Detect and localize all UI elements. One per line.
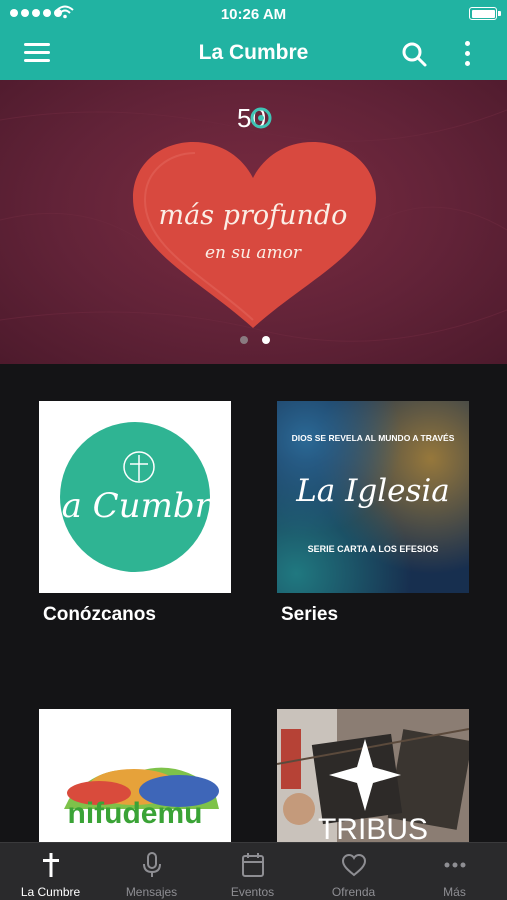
app-title: La Cumbre — [198, 41, 309, 64]
cross-icon — [42, 853, 59, 877]
tribus-art-text: TRIBUS — [318, 813, 428, 842]
tab-label: Más — [443, 885, 466, 899]
series-art-top: DIOS SE REVELA AL MUNDO A TRAVÉS — [292, 433, 455, 443]
anniversary-badge: 50 — [237, 103, 272, 133]
tab-label: Eventos — [230, 885, 275, 899]
conozcanos-art-text: La Cumbre — [39, 486, 231, 526]
hero-headline: más profundo — [159, 200, 348, 231]
more-options-button[interactable] — [458, 38, 478, 70]
ellipsis-icon — [444, 862, 465, 868]
tab-bar: La Cumbre Mensajes Eventos Ofrenda Más — [0, 842, 507, 900]
status-time: 10:26 AM — [220, 6, 287, 23]
tile-label-series: Series — [281, 604, 339, 625]
tile-nifudemu[interactable]: nifudemu — [39, 709, 231, 842]
tile-series[interactable]: DIOS SE REVELA AL MUNDO A TRAVÉS La Igle… — [277, 401, 469, 593]
tab-label: La Cumbre — [20, 885, 81, 899]
tab-la-cumbre[interactable]: La Cumbre — [0, 843, 101, 900]
hero-banner[interactable]: 50 más profundo en su amor — [0, 80, 507, 364]
status-bar: 10:26 AM — [0, 0, 507, 28]
microphone-icon — [142, 852, 161, 877]
tab-mas[interactable]: Más — [404, 843, 505, 900]
tile-label-conozcanos: Conózcanos — [43, 604, 156, 625]
hero-subline: en su amor — [205, 243, 302, 263]
calendar-icon — [241, 853, 264, 877]
carousel-dot[interactable] — [240, 336, 248, 344]
tab-label: Ofrenda — [331, 885, 376, 899]
series-art-bottom: SERIE CARTA A LOS EFESIOS — [308, 544, 439, 554]
heart-icon — [341, 853, 366, 877]
tab-eventos[interactable]: Eventos — [202, 843, 303, 900]
tile-conozcanos[interactable]: La Cumbre — [39, 401, 231, 593]
carousel-dot-active[interactable] — [262, 336, 270, 344]
tab-label: Mensajes — [125, 885, 178, 899]
tab-mensajes[interactable]: Mensajes — [101, 843, 202, 900]
series-art-title: La Iglesia — [295, 473, 450, 509]
heart-graphic — [133, 142, 376, 328]
nifudemu-art-text: nifudemu — [68, 797, 203, 830]
search-icon[interactable] — [400, 40, 428, 68]
app-bar: La Cumbre — [0, 28, 507, 80]
tab-ofrenda[interactable]: Ofrenda — [303, 843, 404, 900]
battery-icon — [469, 7, 501, 20]
carousel-indicator — [240, 336, 270, 344]
tile-tribus[interactable]: TRIBUS — [277, 709, 469, 842]
